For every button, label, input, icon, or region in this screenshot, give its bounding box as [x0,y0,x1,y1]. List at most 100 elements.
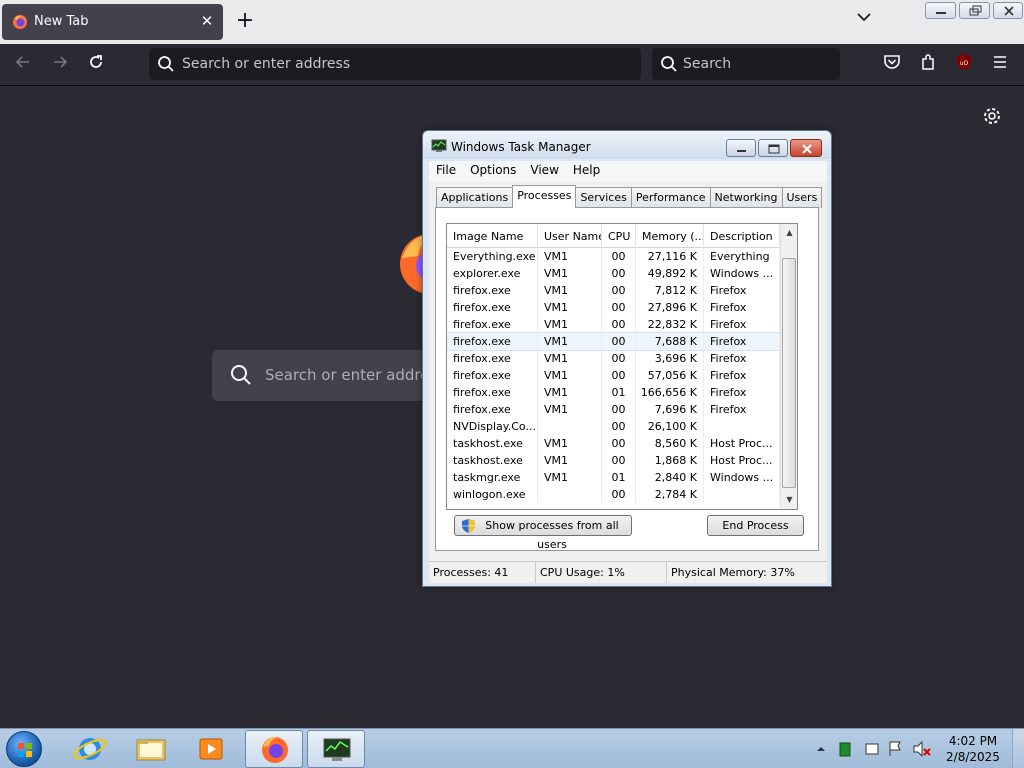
scroll-down-arrow-icon[interactable]: ▼ [781,491,797,508]
menu-icon[interactable] [988,53,1012,77]
cell-memory: 49,892 K [636,265,704,282]
status-physical-memory: Physical Memory: 37% [671,566,795,579]
column-user-name[interactable]: User Name [538,224,602,248]
show-hidden-icons-icon [817,747,825,751]
cell-cpu: 00 [602,367,636,384]
cell-user-name: VM1 [538,316,602,333]
pocket-icon[interactable] [880,53,904,77]
cell-user-name: VM1 [538,367,602,384]
cell-cpu: 00 [602,248,636,265]
cell-memory: 2,840 K [636,469,704,486]
task-manager-taskbar-icon[interactable] [307,730,365,768]
column-image-name[interactable]: Image Name [447,224,538,248]
gear-icon[interactable] [982,106,1002,126]
cell-image-name: firefox.exe [447,299,538,316]
task-manager-title: Windows Task Manager [451,140,591,154]
column-memory[interactable]: Memory (... [636,224,704,248]
browser-titlebar: New Tab ✕ + [0,0,1024,44]
end-process-button[interactable]: End Process [707,515,804,536]
cell-image-name: firefox.exe [447,367,538,384]
column-description[interactable]: Description [704,224,780,248]
table-row[interactable]: firefox.exe VM1 00 7,696 K Firefox [447,401,780,418]
cell-memory: 7,688 K [636,333,704,350]
tm-close-button[interactable] [790,139,822,157]
cell-user-name: VM1 [538,248,602,265]
restore-button[interactable] [959,2,990,19]
table-row[interactable]: firefox.exe VM1 00 57,056 K Firefox [447,367,780,384]
table-row[interactable]: taskmgr.exe VM1 01 2,840 K Windows ... [447,469,780,486]
tab-networking[interactable]: Networking [709,187,783,208]
address-bar[interactable]: Search or enter address [149,48,641,80]
reload-icon[interactable] [84,53,108,77]
menu-help[interactable]: Help [566,161,607,181]
menu-file[interactable]: File [429,161,463,181]
cell-user-name: VM1 [538,384,602,401]
cell-user-name: VM1 [538,265,602,282]
task-manager-titlebar[interactable]: Windows Task Manager [423,131,831,159]
tab-applications[interactable]: Applications [436,187,514,208]
scroll-up-arrow-icon[interactable]: ▲ [781,224,797,241]
cell-cpu: 00 [602,418,636,435]
show-all-processes-button[interactable]: Show processes from all users [454,515,632,551]
minimize-button[interactable] [925,2,956,19]
cell-description: Firefox [704,384,780,401]
tab-new-tab[interactable]: New Tab ✕ [2,4,223,40]
process-list-scrollbar[interactable]: ▲ ▼ [780,224,797,509]
tm-minimize-button[interactable] [726,139,756,157]
back-icon[interactable] [11,53,35,77]
menu-view[interactable]: View [523,161,565,181]
table-row[interactable]: taskhost.exe VM1 00 8,560 K Host Proc... [447,435,780,452]
task-manager-body: Applications Processes Services Performa… [429,181,827,561]
tab-performance[interactable]: Performance [630,187,711,208]
status-processes: Processes: 41 [429,562,536,583]
search-bar[interactable]: Search [652,48,840,80]
file-explorer-icon[interactable] [122,730,180,768]
cell-user-name: VM1 [538,435,602,452]
cell-cpu: 00 [602,282,636,299]
table-row[interactable]: firefox.exe VM1 01 166,656 K Firefox [447,384,780,401]
table-row[interactable]: taskhost.exe VM1 00 1,868 K Host Proc... [447,452,780,469]
cell-cpu: 00 [602,452,636,469]
tm-maximize-button[interactable] [758,139,788,157]
table-row[interactable]: winlogon.exe 00 2,784 K [447,486,780,503]
scrollbar-thumb[interactable] [782,258,796,488]
table-row[interactable]: firefox.exe VM1 00 22,832 K Firefox [447,316,780,333]
table-row[interactable]: NVDisplay.Co... 00 26,100 K [447,418,780,435]
close-tab-icon[interactable]: ✕ [198,12,216,30]
menu-options[interactable]: Options [463,161,523,181]
task-manager-tabs: Applications Processes Services Performa… [436,185,823,208]
new-tab-button[interactable]: + [232,8,258,34]
cell-memory: 27,116 K [636,248,704,265]
extensions-icon[interactable] [916,53,940,77]
search-icon [231,365,251,385]
table-row[interactable]: explorer.exe VM1 00 49,892 K Windows ... [447,265,780,282]
cell-cpu: 00 [602,486,636,503]
media-player-icon[interactable] [183,730,241,768]
forward-icon[interactable] [48,53,72,77]
network-icon [865,743,879,755]
table-row[interactable]: firefox.exe VM1 00 7,812 K Firefox [447,282,780,299]
column-cpu[interactable]: CPU [602,224,636,248]
list-all-tabs-icon[interactable] [852,10,876,32]
start-button[interactable] [6,731,42,767]
table-row[interactable]: firefox.exe VM1 00 27,896 K Firefox [447,299,780,316]
cell-cpu: 00 [602,265,636,282]
cell-image-name: firefox.exe [447,401,538,418]
system-clock[interactable]: 4:02 PM 2/8/2025 [940,733,1006,765]
tab-services[interactable]: Services [575,187,632,208]
ublock-origin-icon[interactable]: uO [952,53,976,77]
table-row[interactable]: firefox.exe VM1 00 7,688 K Firefox [447,332,781,351]
tab-processes[interactable]: Processes [512,185,577,208]
table-row[interactable]: Everything.exe VM1 00 27,116 K Everything [447,248,780,265]
firefox-taskbar-icon[interactable] [245,730,303,768]
cell-memory: 2,784 K [636,486,704,503]
table-row[interactable]: firefox.exe VM1 00 3,696 K Firefox [447,350,780,367]
close-window-button[interactable] [993,2,1023,19]
task-manager-menubar: File Options View Help [429,161,827,181]
search-icon [661,56,677,72]
internet-explorer-icon[interactable] [61,730,119,768]
cell-image-name: taskhost.exe [447,452,538,469]
process-list[interactable]: Image Name User Name CPU Memory (... Des… [446,223,798,510]
show-desktop-button[interactable] [1012,729,1024,768]
tab-users[interactable]: Users [781,187,823,208]
